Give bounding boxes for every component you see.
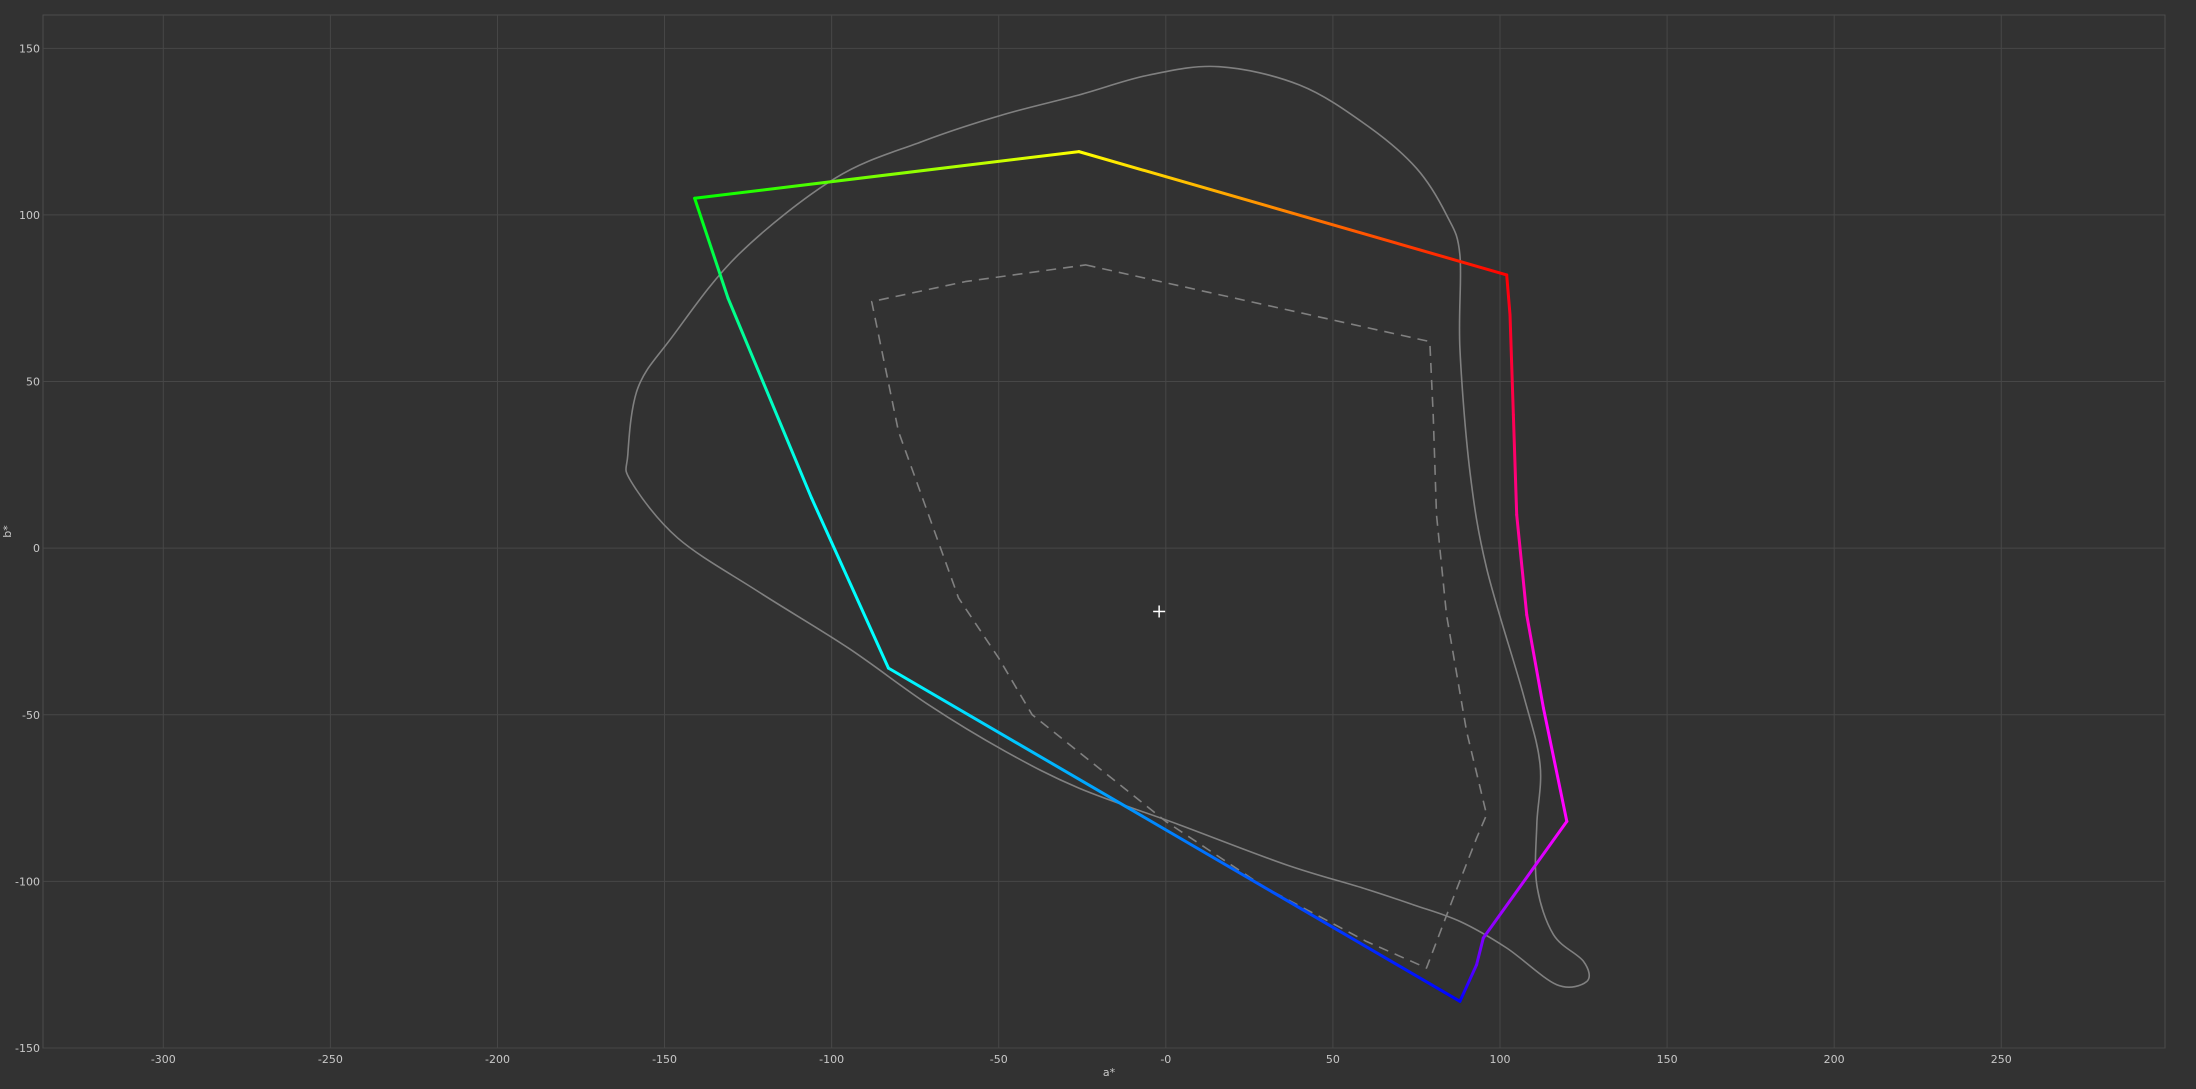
x-tick-label: 50 [1326, 1053, 1340, 1066]
x-tick-label: -50 [990, 1053, 1008, 1066]
y-tick-label: -50 [22, 709, 40, 722]
y-tick-label: 0 [33, 542, 40, 555]
y-tick-label: 50 [26, 376, 40, 389]
plot-frame [42, 14, 2166, 1049]
x-tick-label: -150 [652, 1053, 677, 1066]
gamut-segment [1458, 963, 1479, 1003]
x-tick-label: 100 [1489, 1053, 1510, 1066]
gamut-segment [1475, 936, 1485, 967]
gamut-segment [1511, 413, 1519, 517]
gamut-segment [1505, 273, 1512, 317]
gamut-outline [693, 150, 1569, 1003]
y-tick-label: -100 [15, 875, 40, 888]
grid [42, 14, 2166, 1049]
x-tick-label: -300 [151, 1053, 176, 1066]
y-tick-label: 100 [19, 209, 40, 222]
crosshair [1153, 605, 1166, 618]
y-axis-label: b* [1, 525, 14, 538]
x-tick-label: 250 [1991, 1053, 2012, 1066]
y-tick-label: 150 [19, 42, 40, 55]
gamut-segment [1481, 819, 1569, 940]
gamut-segment [1508, 313, 1515, 417]
gamut-segment [693, 196, 730, 300]
x-tick-label: 150 [1657, 1053, 1678, 1066]
x-tick-label: -100 [819, 1053, 844, 1066]
lab-gamut-plot: -300 -250 -200 -150 -100 -50 -0 50 100 150 200 250 1… [0, 0, 2196, 1089]
x-axis-label: a* [1103, 1066, 1116, 1079]
x-tick-label: -0 [1160, 1053, 1171, 1066]
y-tick-label: -150 [15, 1042, 40, 1055]
gamut-segment [693, 150, 1081, 200]
gamut-segment [726, 296, 814, 500]
gamut-segment [1077, 150, 1509, 277]
gamut-segment [810, 496, 890, 670]
gamut-segment [886, 666, 1462, 1003]
x-tick-label: -200 [485, 1053, 510, 1066]
gamut-segment [1541, 706, 1569, 823]
reference-curves [625, 65, 1591, 988]
gamut-segment [1515, 513, 1529, 617]
tick-labels: -300 -250 -200 -150 -100 -50 -0 50 100 150 200 250 1… [15, 42, 2012, 1066]
spectral-locus-curve [625, 65, 1591, 988]
x-tick-label: -250 [318, 1053, 343, 1066]
x-tick-label: 200 [1824, 1053, 1845, 1066]
gamut-segment [1525, 613, 1545, 710]
dashed-reference-curve [870, 264, 1488, 969]
